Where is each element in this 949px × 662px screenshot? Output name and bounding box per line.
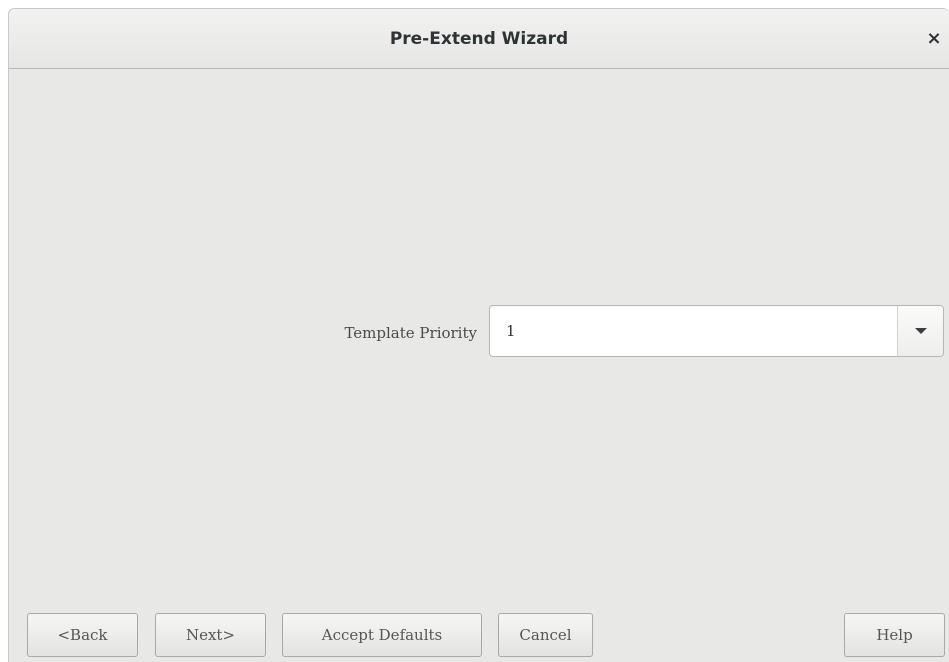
cancel-button[interactable]: Cancel xyxy=(498,613,593,657)
caret-down-icon xyxy=(915,328,927,334)
template-priority-dropdown-button[interactable] xyxy=(897,306,943,356)
help-button[interactable]: Help xyxy=(844,613,945,657)
template-priority-label: Template Priority xyxy=(344,324,477,342)
wizard-window: Pre-Extend Wizard × Template Priority 1 … xyxy=(8,8,949,662)
window-title: Pre-Extend Wizard xyxy=(389,29,569,49)
back-button[interactable]: <Back xyxy=(27,613,138,657)
title-bar: Pre-Extend Wizard × xyxy=(9,9,949,69)
next-button[interactable]: Next> xyxy=(155,613,266,657)
accept-defaults-button[interactable]: Accept Defaults xyxy=(282,613,482,657)
template-priority-value: 1 xyxy=(506,322,516,340)
close-icon[interactable]: × xyxy=(919,23,949,55)
template-priority-combobox[interactable]: 1 xyxy=(489,305,944,357)
